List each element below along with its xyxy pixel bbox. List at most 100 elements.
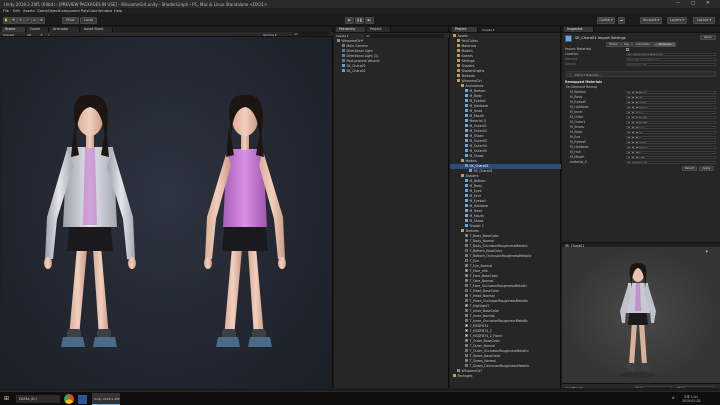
project-create-button[interactable]: Create ▾ — [482, 28, 494, 32]
lighting-toggle-icon[interactable]: ☀ — [40, 33, 43, 37]
pivot-toggle[interactable]: Pivot — [62, 16, 79, 24]
location-dropdown[interactable]: Use Embedded Materials — [626, 52, 716, 57]
revert-button[interactable]: Revert — [682, 166, 697, 171]
input-language[interactable]: A — [672, 396, 674, 400]
project-item-label: ShaderGraphs — [461, 69, 485, 73]
menu-help[interactable]: Help — [114, 9, 122, 13]
material-slot-field[interactable]: M_Mouth — [626, 155, 716, 160]
cloud-icon[interactable]: ☁ — [618, 16, 625, 24]
tab-materials[interactable]: Materials — [654, 42, 676, 47]
material-slot-field[interactable]: M_Inner — [626, 110, 716, 115]
menu-assets[interactable]: Assets — [23, 9, 35, 13]
hierarchy-item[interactable]: SK_Chara01 — [334, 69, 449, 74]
maximize-icon[interactable]: □ — [691, 1, 695, 6]
menu-window[interactable]: Window — [98, 9, 112, 13]
naming-dropdown[interactable]: From Model's Material — [626, 57, 716, 62]
tab-project[interactable]: Project — [367, 27, 391, 32]
tab-inspector[interactable]: Inspector — [564, 27, 594, 32]
tab-model[interactable]: Model — [606, 42, 621, 47]
taskbar-search[interactable]: DATAs (D:) — [16, 395, 60, 403]
shading-mode-dropdown[interactable]: Shaded — [3, 33, 14, 37]
material-slot-field[interactable]: M_Eyeball — [626, 140, 716, 145]
go-icon — [342, 54, 345, 58]
close-icon[interactable]: ✕ — [706, 1, 710, 6]
project-item-label: T_Outer_OcclusionRoughnessMetallic — [469, 349, 529, 353]
material-slot-field[interactable]: M_Body — [626, 95, 716, 100]
model-preview[interactable]: ▶ — [562, 247, 720, 383]
project-item-label: T_MSDF874 — [469, 324, 489, 328]
layout-dropdown[interactable]: Layout ▾ — [693, 16, 715, 24]
transform-tool-button[interactable]: ⊕ — [38, 16, 45, 24]
material-slot-field[interactable]: M_Outer01 — [626, 115, 716, 120]
apply-button[interactable]: Apply — [699, 166, 714, 171]
scene-icon — [337, 39, 340, 43]
material-icon — [628, 106, 631, 109]
start-icon[interactable]: ⊞ — [4, 395, 9, 402]
hierarchy-toolbar: Create ▾ All — [334, 33, 449, 38]
texture-icon — [465, 359, 468, 363]
extract-materials-button[interactable]: Extract Materials... — [575, 73, 601, 77]
project-item-label: Shader 2 — [469, 224, 484, 228]
account-dropdown[interactable]: Account ▾ — [640, 16, 662, 24]
2d-toggle[interactable]: 2D — [27, 33, 31, 37]
import-materials-checkbox[interactable]: ✓ — [626, 48, 630, 52]
scene-viewport[interactable] — [1, 37, 332, 390]
project-panel: Project Create ▾ Assets PolyCubes Material… — [450, 27, 561, 391]
material-slot-field[interactable]: M_Outer02 — [626, 120, 716, 125]
audio-toggle-icon[interactable]: ♪ — [48, 33, 50, 37]
file-explorer-icon[interactable] — [78, 394, 87, 404]
character-tanktop[interactable] — [204, 95, 286, 347]
minimize-icon[interactable]: — — [676, 1, 681, 6]
tab-animation[interactable]: Animation — [632, 42, 654, 47]
tab-project-active[interactable]: Project — [452, 27, 478, 32]
material-slot-field[interactable]: M_Bottom — [626, 90, 716, 95]
project-item-label: Models — [461, 49, 473, 53]
project-item-label: WinsomeGirl — [461, 369, 482, 373]
open-button[interactable]: Open — [700, 35, 716, 40]
menu-component[interactable]: Component — [59, 9, 80, 13]
rect-tool-button[interactable]: ▭ — [31, 16, 38, 24]
menu-polycube[interactable]: PolyCube — [81, 9, 98, 13]
menu-edit[interactable]: Edit — [13, 9, 20, 13]
go-icon — [342, 59, 345, 63]
character-hoodie[interactable] — [44, 95, 136, 347]
material-slot-field[interactable]: M_Eye — [626, 135, 716, 140]
search-dropdown[interactable]: Recursive-Up — [626, 62, 716, 67]
preview-play-icon[interactable]: ▶ — [706, 249, 708, 253]
hierarchy-create-button[interactable]: Create ▾ — [336, 34, 348, 38]
material-slot-field[interactable]: material_5 — [626, 160, 716, 165]
tab-hierarchy[interactable]: Hierarchy — [336, 27, 366, 32]
pause-button[interactable]: ❚❚ — [355, 16, 364, 24]
move-tool-button[interactable]: ✥ — [10, 16, 17, 24]
hierarchy-search-input[interactable]: All — [364, 33, 444, 38]
material-slot-field[interactable]: M_Hairbase — [626, 105, 716, 110]
layers-dropdown[interactable]: Layers ▾ — [667, 16, 687, 24]
gizmos-dropdown[interactable]: Gizmos ▾ — [263, 33, 277, 37]
material-slot-field[interactable]: M_Hairbase — [626, 145, 716, 150]
folder-icon — [457, 59, 460, 63]
taskbar-unity-app[interactable]: Unity 2018.2.20f1 ... — [92, 393, 120, 405]
project-item-label: T_Inner_OcclusionRoughnessMetallic — [469, 319, 529, 323]
material-slot-field[interactable]: M_Hair — [626, 150, 716, 155]
material-slot-field[interactable]: M_Body — [626, 130, 716, 135]
scene-search-input[interactable]: All — [292, 32, 330, 36]
tab-rig[interactable]: Rig — [621, 42, 632, 47]
play-button[interactable]: ▶ — [345, 16, 354, 24]
hand-tool-button[interactable]: ✋ — [3, 16, 10, 24]
chrome-icon[interactable] — [64, 394, 74, 404]
rotate-tool-button[interactable]: ↻ — [17, 16, 24, 24]
collab-dropdown[interactable]: Collab ▾ — [597, 16, 615, 24]
scale-tool-button[interactable]: ⤢ — [24, 16, 31, 24]
hierarchy-item-label: Directional Light — [346, 49, 373, 53]
material-slot-field[interactable]: M_Shoes — [626, 125, 716, 130]
project-item[interactable]: Packages — [450, 374, 561, 379]
menu-file[interactable]: File — [3, 9, 9, 13]
window-title: Unity 2018.2.20f1 (64bit) - [PREVIEW PAC… — [4, 1, 268, 7]
material-slot-label: material_5 — [570, 160, 587, 164]
space-toggle[interactable]: Local — [80, 16, 97, 24]
material-slot-field[interactable]: M_Eyeball — [626, 100, 716, 105]
menu-gameobject[interactable]: GameObject — [37, 9, 59, 13]
texture-icon — [465, 334, 468, 338]
material-icon — [628, 91, 631, 94]
step-button[interactable]: ▶| — [365, 16, 374, 24]
